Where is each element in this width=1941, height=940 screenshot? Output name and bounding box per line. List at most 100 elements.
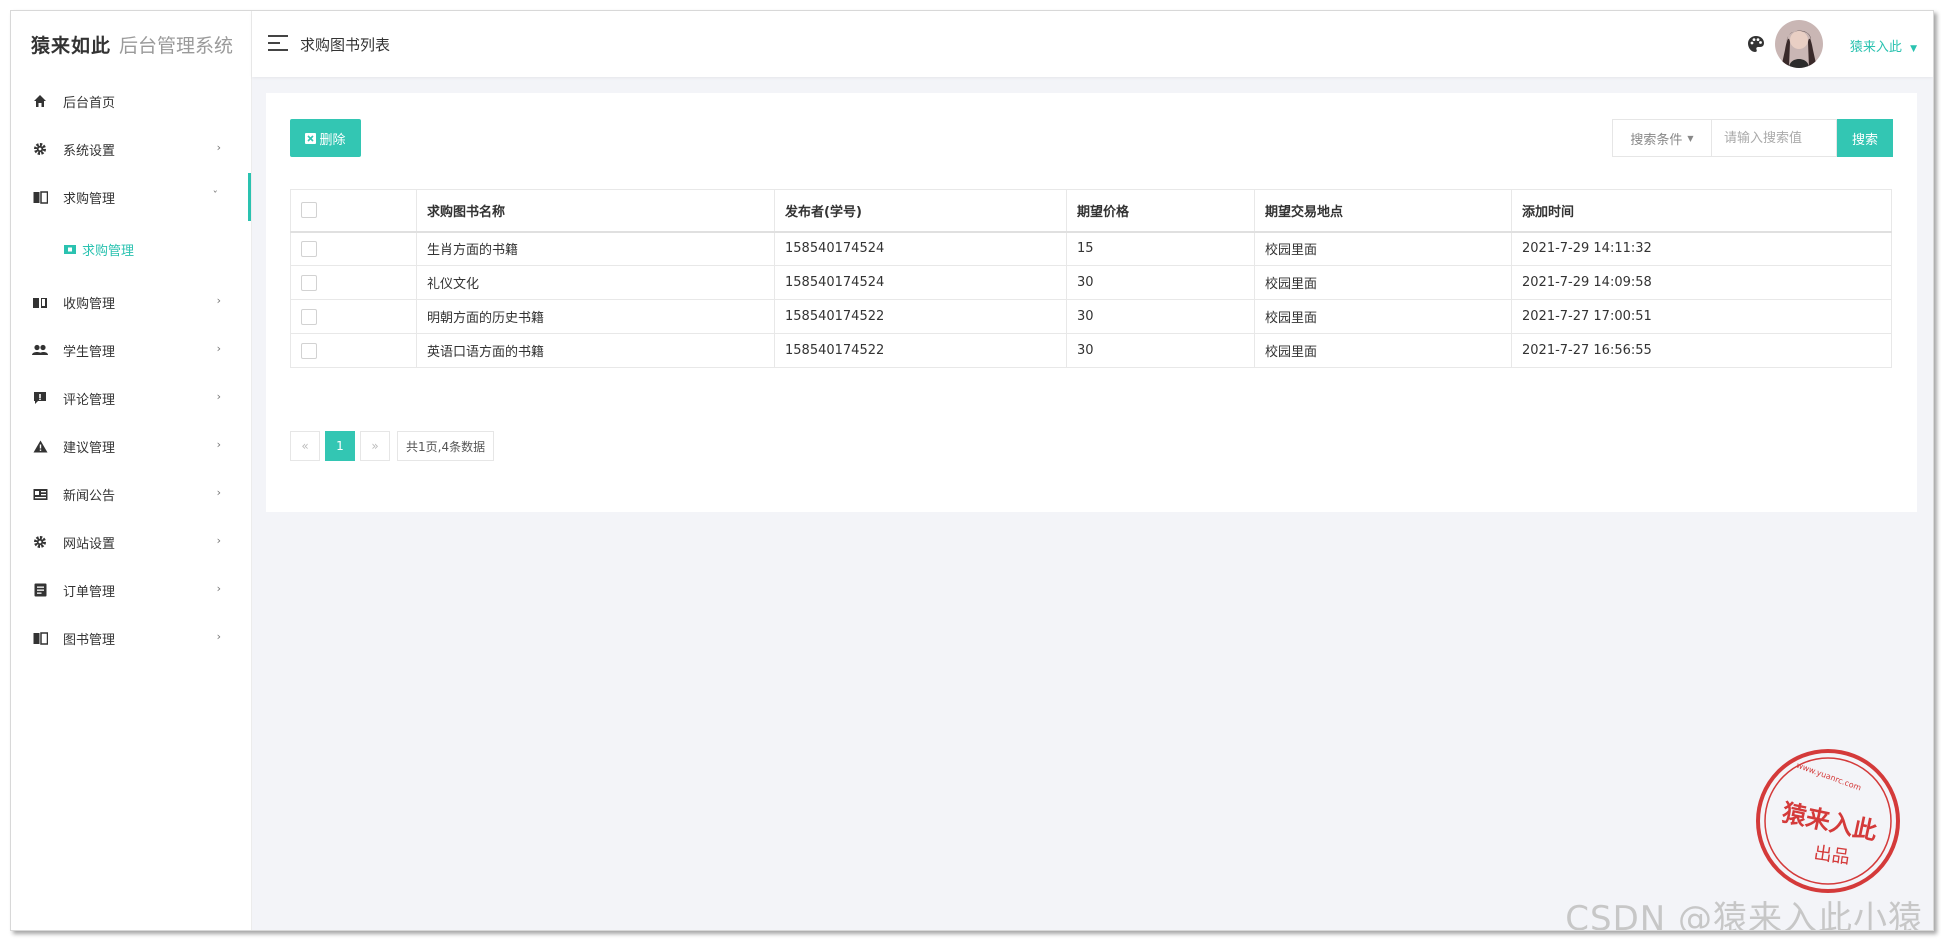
chevron-right-icon: › — [216, 630, 221, 643]
column-header[interactable]: 期望价格 — [1066, 189, 1255, 233]
stamp-main-text: 猿来入此 — [1779, 797, 1880, 846]
price-cell: 15 — [1066, 231, 1255, 266]
search-condition-select[interactable]: 搜索条件 ▼ — [1612, 119, 1711, 157]
open-book-icon — [32, 294, 48, 310]
document-icon — [32, 582, 48, 598]
checkbox-cell — [290, 333, 417, 368]
chevron-right-icon: › — [216, 486, 221, 499]
column-header[interactable]: 添加时间 — [1511, 189, 1892, 233]
sidebar-item-label: 图书管理 — [63, 632, 116, 648]
sidebar-item-orders[interactable]: 订单管理 › — [11, 566, 251, 614]
sidebar-item-label: 后台首页 — [63, 95, 116, 111]
search-condition-label: 搜索条件 — [1630, 132, 1683, 148]
sidebar-item-students[interactable]: 学生管理 › — [11, 326, 251, 374]
sidebar-item-purchase-request[interactable]: 求购管理 ˇ — [11, 173, 251, 221]
table-header-row: 求购图书名称 发布者(学号) 期望价格 期望交易地点 添加时间 — [290, 189, 1892, 233]
publisher-cell: 158540174522 — [774, 333, 1067, 368]
sidebar-item-label: 订单管理 — [63, 584, 116, 600]
checkbox-cell — [290, 299, 417, 334]
sidebar-item-label: 系统设置 — [63, 143, 116, 159]
chevron-right-icon: › — [216, 534, 221, 547]
location-cell: 校园里面 — [1254, 265, 1512, 300]
sidebar-item-acquisition[interactable]: 收购管理 › — [11, 278, 251, 326]
gear-icon — [32, 534, 48, 550]
table-row[interactable]: 英语口语方面的书籍 158540174522 30 校园里面 2021-7-27… — [290, 333, 1892, 368]
chevron-right-icon: › — [216, 582, 221, 595]
book-name-cell: 生肖方面的书籍 — [416, 231, 775, 266]
purchase-request-table: 求购图书名称 发布者(学号) 期望价格 期望交易地点 添加时间 生肖方面的书籍 … — [290, 189, 1892, 368]
content-card: 删除 搜索条件 ▼ 搜索 求购图书名称 发布者(学号) 期望价格 期望交易地点 — [266, 93, 1917, 512]
sidebar-item-label: 建议管理 — [63, 440, 116, 456]
sidebar-item-site-settings[interactable]: 网站设置 › — [11, 518, 251, 566]
palette-icon[interactable] — [1747, 35, 1765, 57]
publisher-cell: 158540174524 — [774, 231, 1067, 266]
sidebar-item-label: 评论管理 — [63, 392, 116, 408]
row-checkbox[interactable] — [301, 240, 317, 257]
checkbox-cell — [290, 231, 417, 266]
column-header[interactable]: 求购图书名称 — [416, 189, 775, 233]
table-row[interactable]: 礼仪文化 158540174524 30 校园里面 2021-7-29 14:0… — [290, 265, 1892, 300]
sidebar-item-home[interactable]: 后台首页 — [11, 77, 251, 125]
search-button[interactable]: 搜索 — [1837, 119, 1893, 157]
time-cell: 2021-7-27 17:00:51 — [1511, 299, 1892, 334]
sidebar-item-label: 学生管理 — [63, 344, 116, 360]
submenu-item-purchase-request[interactable]: 求购管理 — [11, 221, 251, 278]
search-bar: 搜索条件 ▼ 搜索 — [1612, 119, 1893, 157]
sidebar-item-label: 收购管理 — [63, 296, 116, 312]
header-checkbox-cell — [290, 189, 417, 233]
row-checkbox[interactable] — [301, 308, 317, 325]
system-name: 后台管理系统 — [119, 34, 234, 57]
menu-icon[interactable] — [268, 35, 288, 51]
publisher-cell: 158540174524 — [774, 265, 1067, 300]
warning-icon — [32, 438, 48, 454]
time-cell: 2021-7-27 16:56:55 — [1511, 333, 1892, 368]
column-header[interactable]: 发布者(学号) — [774, 189, 1067, 233]
row-checkbox[interactable] — [301, 274, 317, 291]
home-icon — [32, 93, 48, 109]
chevron-down-icon: ˇ — [212, 189, 219, 202]
table-row[interactable]: 明朝方面的历史书籍 158540174522 30 校园里面 2021-7-27… — [290, 299, 1892, 334]
user-menu[interactable]: 猿来入此 ▼ — [1850, 36, 1917, 55]
chevron-right-icon: › — [216, 390, 221, 403]
brand-name: 猿来如此 — [31, 34, 112, 57]
pagination-summary: 共1页,4条数据 — [397, 431, 495, 461]
select-all-checkbox[interactable] — [301, 202, 317, 219]
sidebar-item-books[interactable]: 图书管理 › — [11, 614, 251, 662]
price-cell: 30 — [1066, 333, 1255, 368]
sidebar-item-suggestions[interactable]: 建议管理 › — [11, 422, 251, 470]
sidebar-item-label: 新闻公告 — [63, 488, 116, 504]
delete-button-label: 删除 — [319, 132, 346, 148]
stamp-watermark: www.yuanrc.com 猿来入此 出品 — [1753, 746, 1903, 900]
people-icon — [32, 342, 48, 358]
pagination: « 1 » 共1页,4条数据 — [290, 431, 495, 461]
book-name-cell: 礼仪文化 — [416, 265, 775, 300]
sidebar-item-news[interactable]: 新闻公告 › — [11, 470, 251, 518]
sidebar-item-system-settings[interactable]: 系统设置 › — [11, 125, 251, 173]
prev-page-button[interactable]: « — [290, 431, 320, 461]
location-cell: 校园里面 — [1254, 231, 1512, 266]
table-row[interactable]: 生肖方面的书籍 158540174524 15 校园里面 2021-7-29 1… — [290, 231, 1892, 266]
delete-button[interactable]: 删除 — [290, 119, 361, 157]
book-icon — [32, 189, 48, 205]
page-title: 求购图书列表 — [300, 36, 391, 54]
user-name: 猿来入此 — [1849, 40, 1902, 55]
location-cell: 校园里面 — [1254, 299, 1512, 334]
page-button-current[interactable]: 1 — [325, 431, 355, 461]
checkbox-cell — [290, 265, 417, 300]
app-window: 猿来如此 后台管理系统 后台首页 系统设置 › 求购管理 ˇ 求购管理 收购管理… — [10, 10, 1934, 931]
submenu-item-label: 求购管理 — [82, 244, 135, 259]
close-box-icon — [305, 132, 317, 144]
sidebar: 猿来如此 后台管理系统 后台首页 系统设置 › 求购管理 ˇ 求购管理 收购管理… — [11, 11, 252, 930]
location-cell: 校园里面 — [1254, 333, 1512, 368]
row-checkbox[interactable] — [301, 342, 317, 359]
next-page-button[interactable]: » — [360, 431, 390, 461]
search-input[interactable] — [1711, 119, 1837, 157]
avatar[interactable] — [1775, 20, 1823, 68]
price-cell: 30 — [1066, 265, 1255, 300]
sidebar-item-label: 求购管理 — [63, 191, 116, 207]
column-header[interactable]: 期望交易地点 — [1254, 189, 1512, 233]
time-cell: 2021-7-29 14:09:58 — [1511, 265, 1892, 300]
chevron-right-icon: › — [216, 438, 221, 451]
sidebar-item-comments[interactable]: 评论管理 › — [11, 374, 251, 422]
news-icon — [32, 486, 48, 502]
